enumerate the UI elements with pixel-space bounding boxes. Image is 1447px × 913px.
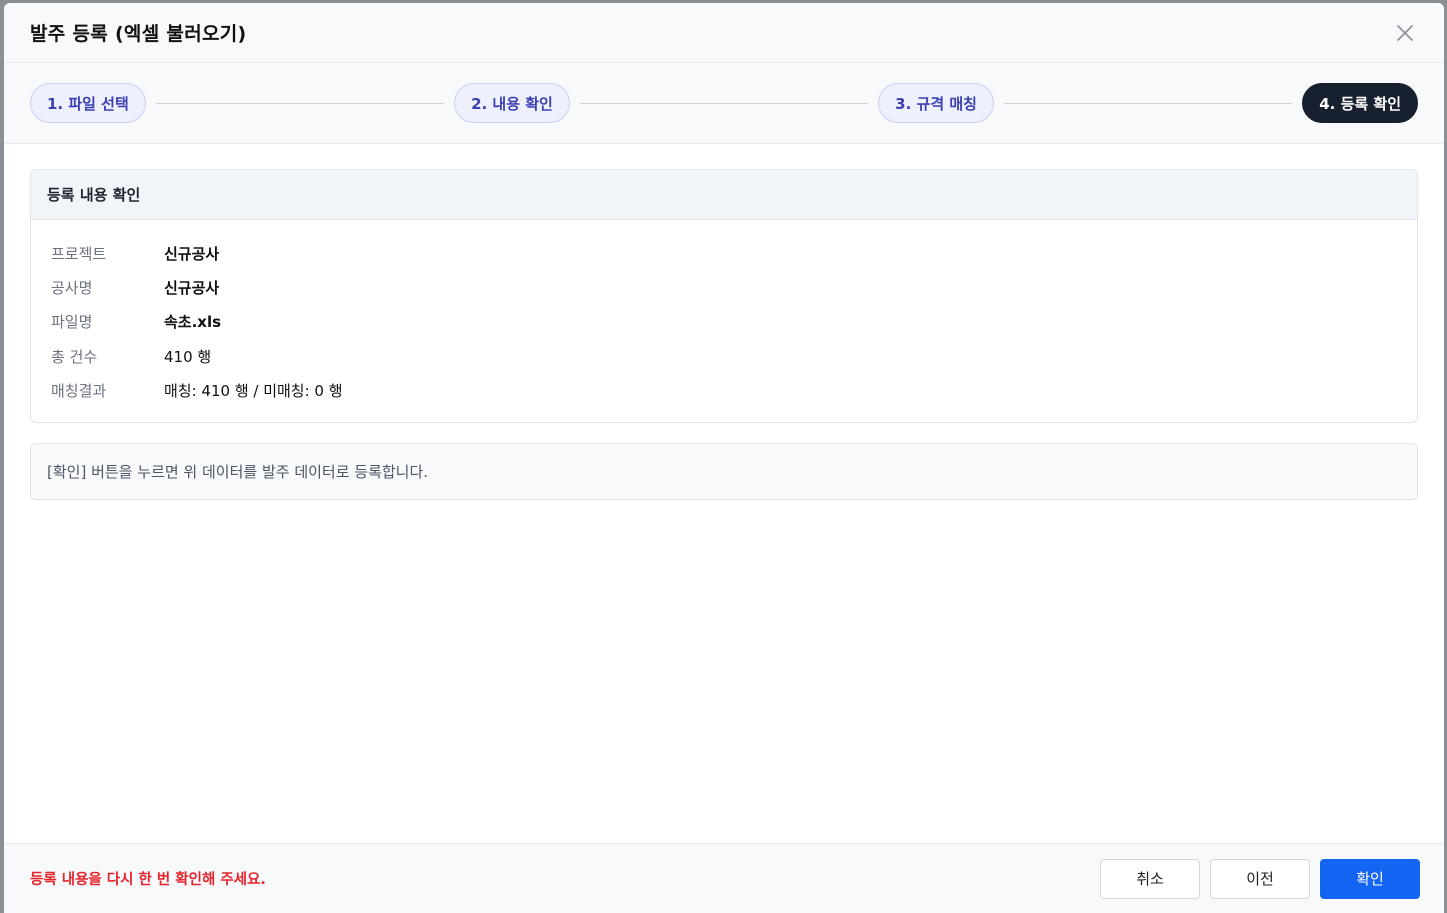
summary-heading: 등록 내용 확인 <box>31 170 1417 220</box>
summary-value: 매칭: 410 행 / 미매칭: 0 행 <box>164 382 343 401</box>
summary-list: 프로젝트 신규공사 공사명 신규공사 파일명 속초.xls 총 건수 410 행… <box>31 220 1417 422</box>
step-file-select[interactable]: 1. 파일 선택 <box>30 83 146 123</box>
footer-warning: 등록 내용을 다시 한 번 확인해 주세요. <box>30 872 266 888</box>
modal-header: 발주 등록 (엑셀 불러오기) <box>4 3 1444 63</box>
modal-footer: 등록 내용을 다시 한 번 확인해 주세요. 취소 이전 확인 <box>4 843 1444 913</box>
close-button[interactable] <box>1392 20 1418 46</box>
summary-label: 프로젝트 <box>51 244 107 263</box>
step-connector <box>1003 102 1293 104</box>
step-spec-matching[interactable]: 3. 규격 매칭 <box>878 83 994 123</box>
summary-label: 총 건수 <box>51 347 98 366</box>
step-content-review[interactable]: 2. 내용 확인 <box>454 83 570 123</box>
step-connector <box>579 102 869 104</box>
summary-row-total-count: 총 건수 410 행 <box>51 339 1397 373</box>
step-registration-confirm[interactable]: 4. 등록 확인 <box>1302 83 1419 123</box>
summary-row-construction-name: 공사명 신규공사 <box>51 270 1397 304</box>
summary-label: 공사명 <box>51 279 93 298</box>
summary-value: 신규공사 <box>164 244 220 263</box>
summary-row-project: 프로젝트 신규공사 <box>51 236 1397 270</box>
confirm-button[interactable]: 확인 <box>1320 858 1420 899</box>
confirm-notice: [확인] 버튼을 누르면 위 데이터를 발주 데이터로 등록합니다. <box>30 442 1418 500</box>
summary-panel: 등록 내용 확인 프로젝트 신규공사 공사명 신규공사 파일명 속초.xls 총… <box>30 169 1418 423</box>
modal-title: 발주 등록 (엑셀 불러오기) <box>30 23 247 45</box>
cancel-button[interactable]: 취소 <box>1100 858 1200 899</box>
summary-label: 매칭결과 <box>51 382 107 401</box>
summary-value: 신규공사 <box>164 279 220 298</box>
order-registration-modal: 발주 등록 (엑셀 불러오기) 1. 파일 선택 2. 내용 확인 3. 규격 … <box>4 3 1444 913</box>
modal-body: 등록 내용 확인 프로젝트 신규공사 공사명 신규공사 파일명 속초.xls 총… <box>4 144 1444 843</box>
summary-row-file-name: 파일명 속초.xls <box>51 305 1397 339</box>
summary-label: 파일명 <box>51 313 93 332</box>
summary-value: 410 행 <box>164 347 212 366</box>
summary-row-matching-result: 매칭결과 매칭: 410 행 / 미매칭: 0 행 <box>51 374 1397 408</box>
summary-value: 속초.xls <box>164 313 222 332</box>
close-icon <box>1397 24 1413 41</box>
previous-button[interactable]: 이전 <box>1210 858 1310 899</box>
stepper: 1. 파일 선택 2. 내용 확인 3. 규격 매칭 4. 등록 확인 <box>4 63 1444 144</box>
footer-buttons: 취소 이전 확인 <box>1100 858 1420 899</box>
step-connector <box>155 102 445 104</box>
